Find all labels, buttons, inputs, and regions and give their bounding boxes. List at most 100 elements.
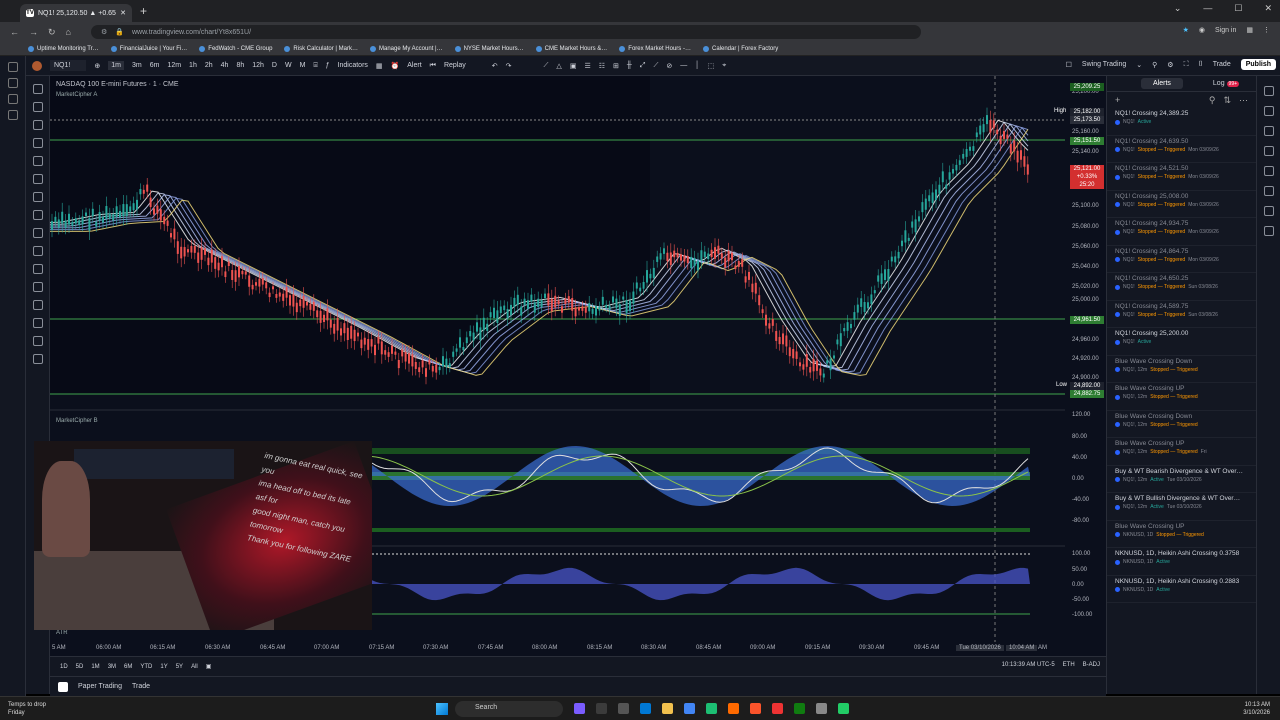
drawing-tool-icon[interactable]: — (680, 62, 687, 69)
alert-item[interactable]: NKNUSD, 1D, Heikin Ashi Crossing 0.2883 N… (1107, 576, 1256, 603)
sidebar-tool-icon[interactable] (8, 94, 18, 104)
indicator-b-label[interactable]: MarketCipher B (56, 418, 98, 424)
user-avatar[interactable] (32, 60, 42, 71)
layout-name[interactable]: Swing Trading (1082, 61, 1126, 68)
bookmark[interactable]: Manage My Account |… (370, 45, 443, 52)
stay-drawing-icon[interactable] (33, 282, 43, 292)
alert-item[interactable]: Blue Wave Crossing UP NQ1!, 12m Stopped — … (1107, 383, 1256, 411)
brave-icon[interactable] (750, 703, 761, 714)
alert-icon[interactable]: ⏰ (391, 62, 400, 70)
drawing-tool-icon[interactable]: ⟋ (544, 62, 549, 70)
timeframe-3m[interactable]: 3m (132, 62, 142, 69)
bookmark[interactable]: Calendar | Forex Factory (702, 45, 778, 52)
settings-app-icon[interactable] (618, 703, 629, 714)
app-icon[interactable] (772, 703, 783, 714)
chart-type-icon[interactable]: ⌸ (313, 62, 317, 70)
cursor-tool-icon[interactable] (33, 84, 43, 94)
layout-icon[interactable]: ☐ (1066, 61, 1072, 69)
browser-tab[interactable]: TV NQ1! 25,120.50 ▲ +0.65% Swi… ✕ (20, 4, 132, 22)
copilot-icon[interactable] (574, 703, 585, 714)
fib-tool-icon[interactable] (33, 120, 43, 130)
timeframe-12m[interactable]: 12m (167, 62, 181, 69)
indicators-button[interactable]: Indicators (338, 62, 368, 69)
watchlist-icon[interactable] (1264, 86, 1274, 96)
site-info-icon[interactable]: ⚙ (101, 28, 107, 36)
pattern-tool-icon[interactable] (33, 138, 43, 148)
paper-trading-tab[interactable]: Paper Trading (78, 683, 122, 690)
xbox-icon[interactable] (794, 703, 805, 714)
bookmark[interactable]: CME Market Hours &… (535, 45, 607, 52)
alert-item[interactable]: NKNUSD, 1D, Heikin Ashi Crossing 0.3758 N… (1107, 548, 1256, 576)
drawing-tool-icon[interactable]: ☷ (599, 62, 605, 70)
back-icon[interactable]: ← (10, 27, 19, 37)
log-tab[interactable]: Log 99+ (1213, 80, 1240, 87)
range-1d[interactable]: 1D (60, 664, 68, 670)
data-window-icon[interactable] (1264, 126, 1274, 136)
weather-widget[interactable]: Temps to drop Friday (8, 701, 46, 717)
alert-item[interactable]: NQ1! Crossing 24,650.25 NQ1! Stopped — Tri… (1107, 273, 1256, 301)
snapshot-icon[interactable]: ⌷ (1198, 61, 1202, 69)
sort-icon[interactable]: ⇅ (1223, 95, 1231, 106)
hide-drawings-icon[interactable] (33, 318, 43, 328)
redo-icon[interactable]: ↷ (506, 62, 512, 70)
sign-in-button[interactable]: Sign in (1215, 27, 1236, 34)
publish-button[interactable]: Publish (1240, 59, 1276, 70)
alert-item[interactable]: NQ1! Crossing 24,389.25 NQ1! Active (1107, 108, 1256, 136)
taskbar-clock[interactable]: 10:13 AM 3/10/2026 (1243, 701, 1270, 717)
trend-line-tool-icon[interactable] (33, 102, 43, 112)
templates-icon[interactable]: ▦ (376, 62, 383, 70)
ideas-icon[interactable] (1264, 186, 1274, 196)
calendar-icon[interactable] (1264, 166, 1274, 176)
task-view-icon[interactable] (596, 703, 607, 714)
atr-label[interactable]: ATR (56, 630, 68, 636)
alerts-tab[interactable]: Alerts (1141, 78, 1183, 89)
alert-item[interactable]: NQ1! Crossing 24,589.75 NQ1! Stopped — Tri… (1107, 301, 1256, 328)
range-ytd[interactable]: YTD (140, 664, 152, 670)
drawing-tool-icon[interactable]: ⟋ (653, 62, 658, 70)
lock-drawings-icon[interactable] (33, 300, 43, 310)
timeframe-8h[interactable]: 8h (236, 62, 244, 69)
menu-icon[interactable]: ⋮ (1263, 26, 1270, 34)
magnet-tool-icon[interactable] (33, 264, 43, 274)
timeframe-m[interactable]: M (300, 62, 306, 69)
chrome-icon[interactable] (684, 703, 695, 714)
drawing-tool-icon[interactable]: ▣ (570, 62, 577, 70)
chart-clock[interactable]: 10:13:39 AM UTC-5 (1002, 662, 1055, 668)
profile-icon[interactable]: ◉ (1199, 26, 1205, 34)
app-icon[interactable] (816, 703, 827, 714)
alert-item[interactable]: NQ1! Crossing 24,521.50 NQ1! Stopped — Tri… (1107, 163, 1256, 191)
timeframe-12h[interactable]: 12h (252, 62, 264, 69)
sidebar-tool-icon[interactable] (8, 62, 18, 72)
timeframe-w[interactable]: W (285, 62, 292, 69)
indicators-icon[interactable]: ƒ (326, 62, 330, 69)
edge-icon[interactable] (706, 703, 717, 714)
search-icon[interactable]: ⚲ (1209, 95, 1216, 106)
trash-icon[interactable] (33, 354, 43, 364)
drawing-tool-icon[interactable]: ⌖ (722, 62, 726, 70)
trade-button[interactable]: Trade (1213, 61, 1231, 68)
alert-item[interactable]: NQ1! Crossing 24,934.75 NQ1! Stopped — Tri… (1107, 218, 1256, 246)
maximize-button[interactable]: ☐ (1234, 3, 1242, 14)
timeframe-1h[interactable]: 1h (189, 62, 197, 69)
new-tab-button[interactable]: + (140, 4, 147, 18)
timeframe-1m[interactable]: 1m (108, 61, 124, 70)
sidebar-tool-icon[interactable] (8, 78, 18, 88)
symbol-search[interactable]: NQ1! (50, 60, 87, 71)
fullscreen-icon[interactable]: ⛶ (1184, 61, 1189, 69)
app-icon[interactable] (838, 703, 849, 714)
reload-icon[interactable]: ↻ (48, 27, 56, 38)
range-all[interactable]: All (191, 664, 198, 670)
add-symbol-icon[interactable]: ⊕ (94, 62, 100, 70)
icon-tool-icon[interactable] (33, 210, 43, 220)
range-3m[interactable]: 3M (108, 664, 116, 670)
more-icon[interactable]: ⋯ (1239, 95, 1248, 106)
zoom-tool-icon[interactable] (33, 246, 43, 256)
range-5y[interactable]: 5Y (176, 664, 183, 670)
chat-icon[interactable] (1264, 206, 1274, 216)
drawing-tool-icon[interactable]: △ (556, 62, 561, 70)
alert-item[interactable]: Blue Wave Crossing Down NQ1!, 12m Stopped … (1107, 411, 1256, 438)
session-toggle[interactable]: ETH (1063, 662, 1075, 668)
timeframe-4h[interactable]: 4h (221, 62, 229, 69)
drawing-tool-icon[interactable]: │ (695, 62, 699, 69)
link-icon[interactable] (33, 336, 43, 346)
